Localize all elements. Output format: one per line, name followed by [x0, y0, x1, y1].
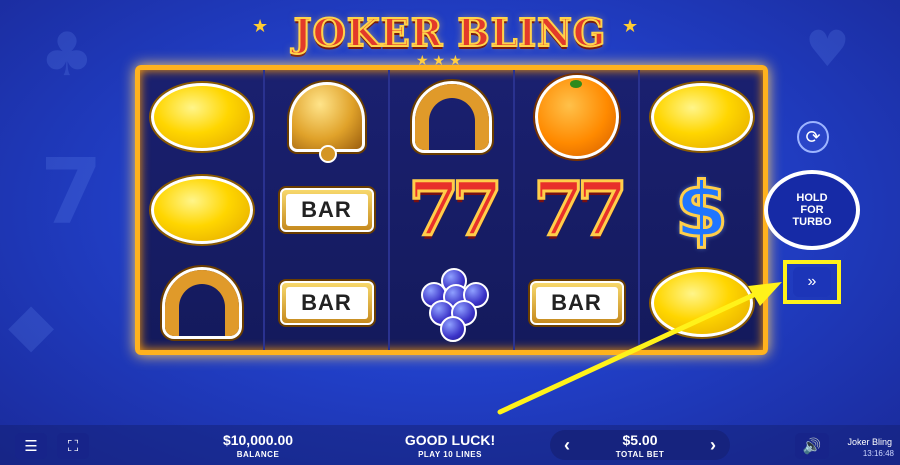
hamburger-menu-icon: ☰	[24, 438, 38, 455]
sound-button[interactable]: 🔊	[795, 433, 829, 459]
balance-value: $10,000.00	[222, 432, 294, 448]
message-display: GOOD LUCK! PLAY 10 LINES	[390, 432, 510, 459]
game-name: Joker Bling	[847, 437, 892, 447]
fullscreen-button[interactable]: ⛶	[57, 433, 89, 459]
bet-value: $5.00	[622, 432, 658, 448]
bet-display: $5.00 TOTAL BET	[590, 432, 690, 459]
message-label: PLAY 10 LINES	[418, 450, 482, 459]
speaker-icon: 🔊	[802, 438, 822, 455]
balance-label: BALANCE	[236, 450, 280, 459]
game-clock: 13:16:48	[862, 449, 894, 458]
increase-bet-button[interactable]: ›	[698, 430, 728, 460]
bet-control: ‹ $5.00 TOTAL BET ›	[550, 430, 730, 460]
balance-display: $10,000.00 BALANCE	[208, 432, 308, 459]
fullscreen-icon: ⛶	[67, 437, 79, 455]
bet-label: TOTAL BET	[615, 450, 665, 459]
highlight-arrow	[497, 282, 782, 415]
decrease-bet-button[interactable]: ‹	[552, 430, 582, 460]
message-value: GOOD LUCK!	[404, 432, 496, 448]
menu-button[interactable]: ☰	[15, 433, 47, 459]
